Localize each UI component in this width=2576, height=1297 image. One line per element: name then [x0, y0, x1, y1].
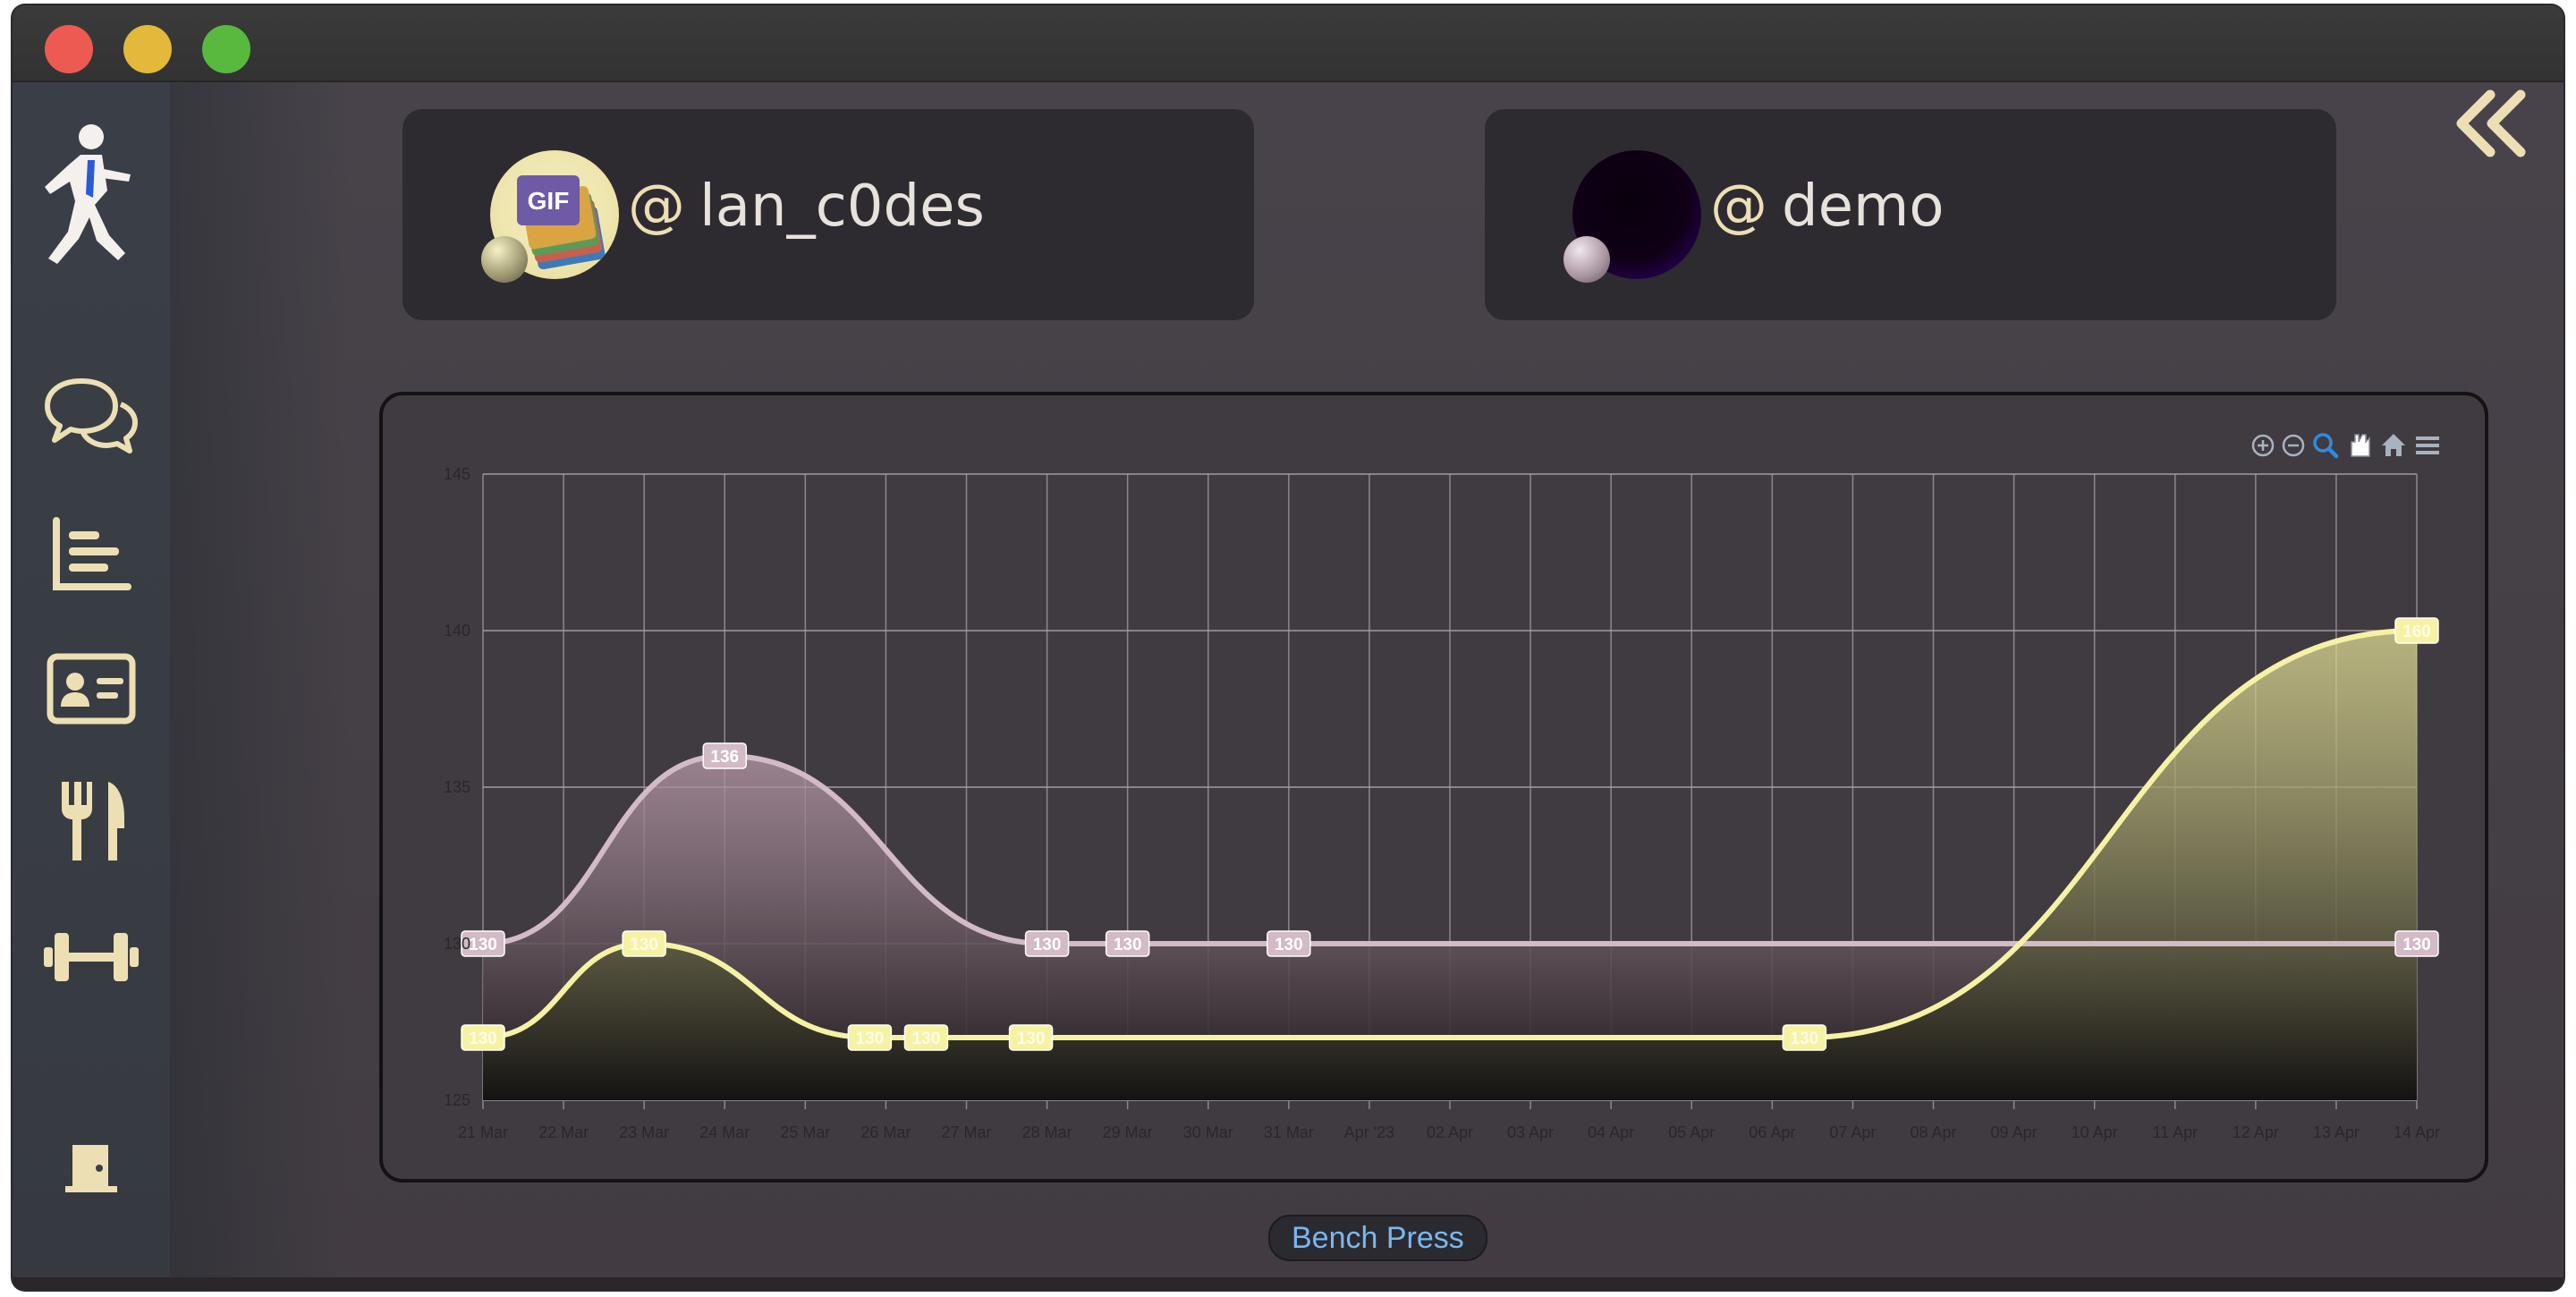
y-tick-label: 130 [444, 935, 470, 953]
x-tick-label: 13 Apr [2313, 1123, 2360, 1141]
y-tick-label: 140 [444, 622, 470, 640]
x-tick-label: 28 Mar [1022, 1123, 1072, 1141]
x-tick-label: 29 Mar [1103, 1123, 1153, 1141]
x-tick-label: 04 Apr [1588, 1123, 1634, 1141]
data-point-label[interactable]: 130 [1024, 930, 1070, 957]
double-chevron-left-icon[interactable] [2447, 84, 2533, 170]
zoom-in-icon[interactable] [2251, 434, 2275, 457]
x-tick-label: 22 Mar [538, 1123, 589, 1141]
data-point-label[interactable]: 130 [622, 930, 666, 957]
exit-door-icon[interactable] [29, 1115, 154, 1222]
x-tick-label: 09 Apr [1991, 1123, 2038, 1141]
svg-text:130: 130 [2402, 936, 2431, 954]
svg-text:GIF: GIF [528, 187, 570, 215]
data-point-label[interactable]: 130 [1105, 930, 1150, 957]
user-card-1[interactable]: GIF @ lan_c0des [402, 109, 1254, 320]
x-tick-label: 03 Apr [1507, 1123, 1554, 1141]
sidebar-shadow [170, 82, 349, 1290]
data-point-label[interactable]: 130 [2394, 930, 2439, 957]
zoom-out-icon[interactable] [2282, 434, 2305, 457]
x-tick-label: 26 Mar [860, 1123, 911, 1141]
data-point-label[interactable]: 130 [461, 1024, 505, 1051]
minimize-window-button[interactable] [123, 25, 172, 73]
home-icon[interactable] [2382, 434, 2405, 456]
x-tick-label: 30 Mar [1183, 1123, 1233, 1141]
x-tick-label: Apr '23 [1344, 1123, 1394, 1141]
bar-chart-icon[interactable] [29, 501, 154, 608]
pan-hand-icon[interactable] [2351, 434, 2370, 457]
fork-knife-icon[interactable] [29, 767, 154, 875]
status-indicator [1563, 236, 1610, 283]
svg-text:130: 130 [469, 1030, 497, 1048]
svg-text:136: 136 [710, 748, 739, 767]
user-handle: @ lan_c0des [628, 174, 985, 240]
x-tick-label: 07 Apr [1829, 1123, 1876, 1141]
x-tick-label: 10 Apr [2072, 1123, 2118, 1141]
title-bar [13, 5, 2563, 82]
x-tick-label: 08 Apr [1910, 1123, 1956, 1141]
exercise-selector[interactable]: Bench Press [1268, 1215, 1487, 1261]
x-tick-label: 12 Apr [2233, 1123, 2279, 1141]
data-point-label[interactable]: 136 [702, 742, 747, 769]
data-point-label[interactable]: 130 [1782, 1024, 1827, 1051]
window-bottom-edge [13, 1277, 2563, 1290]
x-tick-label: 21 Mar [458, 1123, 508, 1141]
menu-icon[interactable] [2416, 437, 2439, 454]
dumbbell-icon[interactable] [29, 903, 154, 1011]
data-point-label[interactable]: 160 [2394, 617, 2439, 644]
x-tick-label: 25 Mar [780, 1123, 830, 1141]
svg-text:130: 130 [469, 936, 497, 954]
close-window-button[interactable] [45, 25, 93, 73]
x-tick-label: 31 Mar [1264, 1123, 1314, 1141]
x-tick-label: 27 Mar [941, 1123, 991, 1141]
id-card-icon[interactable] [29, 635, 154, 742]
x-tick-label: 11 Apr [2152, 1123, 2198, 1141]
x-tick-label: 06 Apr [1749, 1123, 1795, 1141]
svg-text:130: 130 [1791, 1030, 1819, 1048]
svg-text:130: 130 [912, 1030, 941, 1048]
svg-text:160: 160 [2402, 623, 2431, 641]
x-tick-label: 02 Apr [1427, 1123, 1473, 1141]
svg-text:130: 130 [856, 1030, 885, 1048]
x-tick-label: 05 Apr [1668, 1123, 1715, 1141]
svg-text:130: 130 [1033, 936, 1062, 954]
zoom-window-button[interactable] [202, 25, 250, 73]
svg-text:130: 130 [1114, 936, 1142, 954]
svg-text:130: 130 [1017, 1030, 1046, 1048]
app-window: GIF @ lan_c0des @ demo 130 136 130 130 1… [13, 5, 2563, 1290]
data-point-label[interactable]: 130 [1008, 1024, 1054, 1051]
user-card-2[interactable]: @ demo [1485, 109, 2336, 320]
zoom-select-icon[interactable] [2313, 433, 2339, 459]
progress-chart[interactable]: 130 136 130 130 130 130 130 130 130 130 130 130 160 … [379, 392, 2488, 1183]
chart-canvas[interactable]: 130136130 130 130 130130130130 130 130 130160 … [383, 395, 2485, 1179]
data-point-label[interactable]: 130 [1267, 930, 1311, 957]
status-indicator [481, 236, 528, 283]
y-tick-label: 145 [444, 465, 470, 483]
x-tick-label: 24 Mar [699, 1123, 750, 1141]
chart-toolbar [2251, 433, 2439, 459]
chat-bubbles-icon[interactable] [29, 363, 154, 470]
data-point-label[interactable]: 130 [903, 1024, 949, 1051]
svg-text:130: 130 [630, 936, 658, 954]
app-logo-icon[interactable] [29, 114, 154, 284]
y-tick-label: 125 [444, 1091, 470, 1109]
x-tick-label: 14 Apr [2394, 1123, 2440, 1141]
data-point-label[interactable]: 130 [847, 1024, 893, 1051]
user-handle: @ demo [1710, 174, 1945, 240]
x-tick-label: 23 Mar [619, 1123, 669, 1141]
y-tick-label: 135 [444, 778, 470, 796]
svg-text:130: 130 [1275, 936, 1303, 954]
